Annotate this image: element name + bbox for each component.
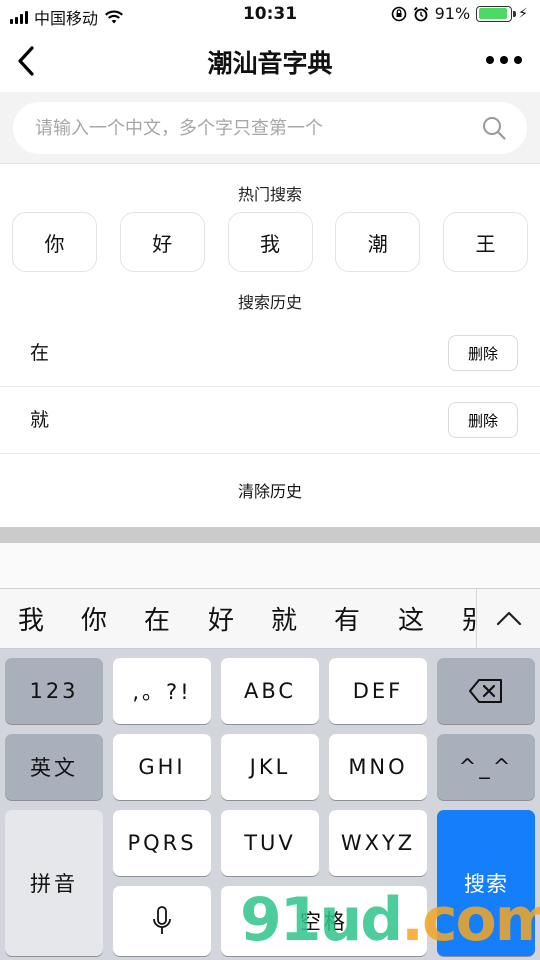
candidate-word[interactable]: 我: [11, 600, 51, 637]
backspace-icon: [469, 679, 502, 703]
clear-history-button[interactable]: 清除历史: [0, 478, 540, 502]
more-options-icon[interactable]: [486, 52, 522, 68]
watermark-logo: 91ud.com: [240, 885, 540, 955]
charging-bolt-icon: ⚡: [518, 5, 528, 22]
battery-icon: [476, 5, 517, 22]
candidate-word[interactable]: 这: [391, 600, 431, 637]
key-punctuation[interactable]: ,。?!: [113, 658, 211, 724]
battery-fill: [478, 8, 507, 19]
hot-search-item[interactable]: 好: [119, 212, 205, 272]
delete-history-button[interactable]: 删除: [448, 402, 518, 438]
hot-search-item[interactable]: 我: [227, 212, 313, 272]
candidate-word[interactable]: 就: [264, 600, 304, 637]
hot-search-item[interactable]: 王: [443, 212, 528, 272]
delete-history-button[interactable]: 删除: [448, 335, 518, 371]
history-item-char[interactable]: 在: [30, 338, 49, 365]
rotation-lock-icon: [391, 6, 406, 21]
chevron-up-icon: [496, 611, 522, 626]
key-pinyin[interactable]: 拼音: [5, 810, 103, 956]
hot-search-item[interactable]: 潮: [335, 212, 421, 272]
alarm-icon: [413, 6, 428, 21]
key-pqrs[interactable]: PQRS: [113, 810, 211, 876]
candidate-word[interactable]: 好: [201, 600, 241, 637]
key-mno[interactable]: MNO: [329, 734, 427, 800]
status-bar: 中国移动 10:31 91% ⚡: [0, 0, 540, 30]
expand-candidates-button[interactable]: [476, 589, 540, 648]
search-bar-container: [0, 92, 540, 164]
nav-bar: 潮汕音字典: [0, 30, 540, 92]
key-emoticon[interactable]: ^_^: [437, 734, 535, 800]
search-history-title: 搜索历史: [237, 293, 302, 312]
key-wxyz[interactable]: WXYZ: [329, 810, 427, 876]
divider: [0, 527, 540, 543]
backspace-key[interactable]: [437, 658, 535, 724]
history-item[interactable]: 就 删除: [0, 387, 540, 454]
search-icon[interactable]: [481, 115, 507, 141]
key-def[interactable]: DEF: [329, 658, 427, 724]
candidate-word[interactable]: 你: [74, 600, 114, 637]
candidate-word[interactable]: 别: [455, 600, 478, 637]
hot-search-list: 你 好 我 潮 王: [12, 212, 528, 272]
key-abc[interactable]: ABC: [221, 658, 319, 724]
search-input[interactable]: [35, 102, 475, 154]
status-right: 91% ⚡: [391, 4, 528, 23]
microphone-key[interactable]: [113, 886, 211, 956]
key-tuv[interactable]: TUV: [221, 810, 319, 876]
search-box[interactable]: [13, 102, 527, 154]
hot-search-item[interactable]: 你: [12, 212, 97, 272]
key-123[interactable]: 123: [5, 658, 103, 724]
candidate-bar: 我 你 在 好 就 有 这 别: [0, 589, 540, 649]
candidate-list: 我 你 在 好 就 有 这 别: [0, 589, 478, 648]
page-title: 潮汕音字典: [207, 49, 333, 78]
microphone-icon: [153, 906, 171, 934]
hot-search-title: 热门搜索: [237, 185, 302, 204]
key-ghi[interactable]: GHI: [113, 734, 211, 800]
history-item[interactable]: 在 删除: [0, 320, 540, 387]
candidate-word[interactable]: 有: [327, 600, 367, 637]
battery-percent: 91%: [434, 4, 471, 23]
input-accessory-bar: [0, 543, 540, 589]
candidate-word[interactable]: 在: [137, 600, 177, 637]
history-item-char[interactable]: 就: [30, 405, 49, 432]
key-english[interactable]: 英文: [5, 734, 103, 800]
key-jkl[interactable]: JKL: [221, 734, 319, 800]
